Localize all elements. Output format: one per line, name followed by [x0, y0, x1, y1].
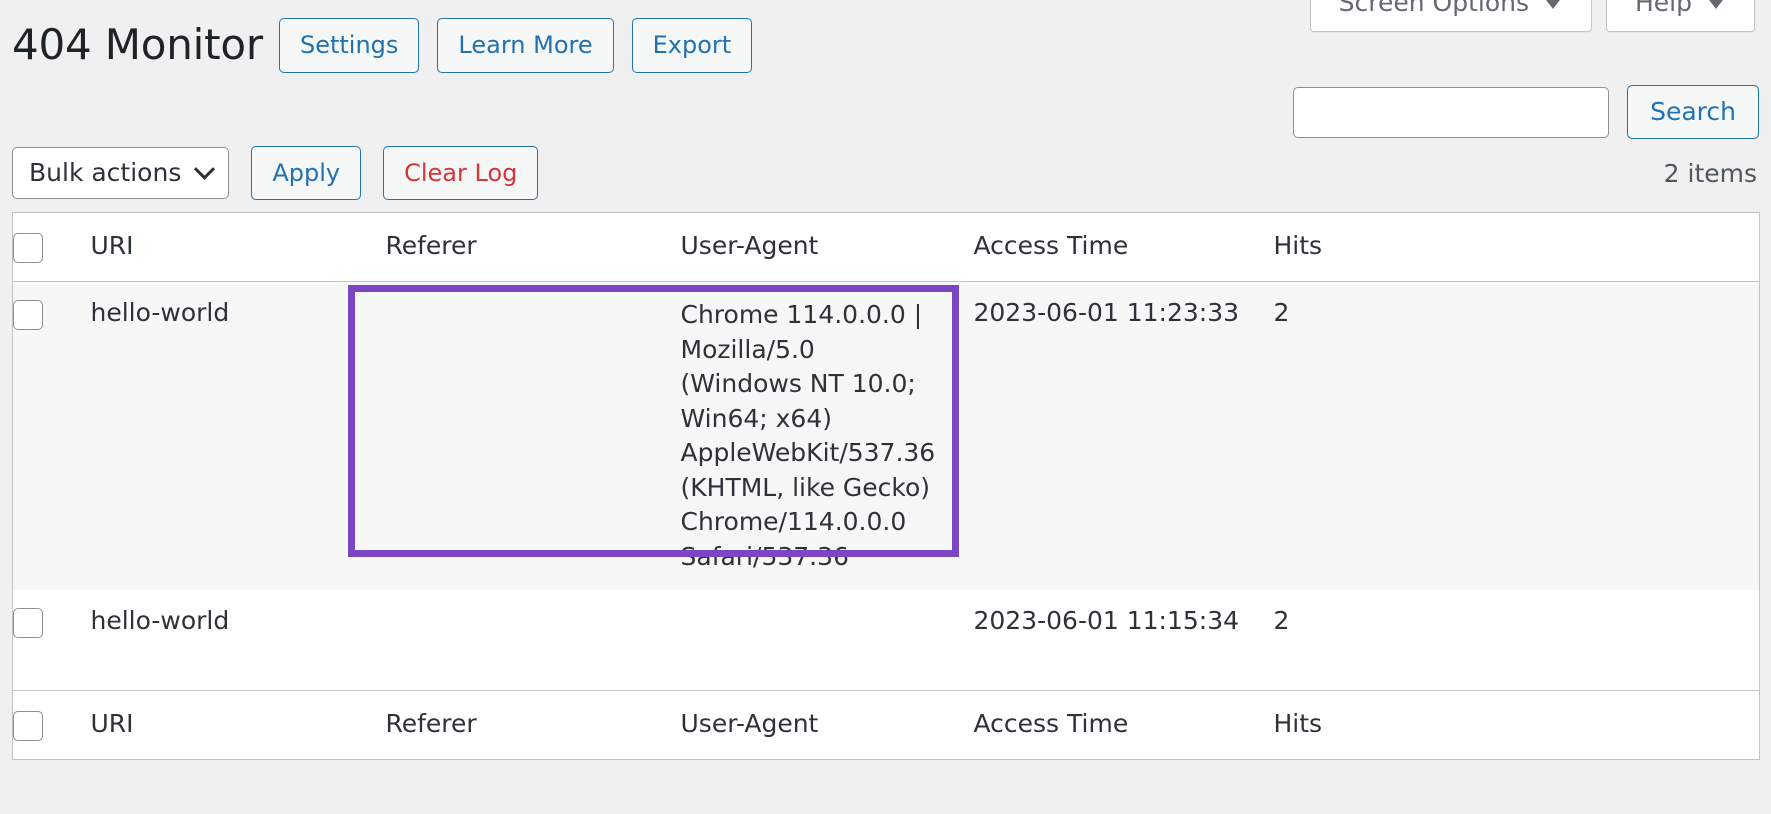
- screen-options-label: Screen Options: [1338, 0, 1529, 17]
- bulk-actions-select[interactable]: Bulk actions: [12, 147, 230, 199]
- table-foot: URI Referer User-Agent Access Time Hits: [12, 689, 1760, 759]
- cell-access-time: 2023-06-01 11:23:33: [973, 298, 1240, 327]
- table-header-row: URI Referer User-Agent Access Time Hits: [12, 212, 1760, 282]
- cell-user-agent: Chrome 114.0.0.0 | Mozilla/5.0 (Windows …: [680, 300, 936, 571]
- select-all-checkbox[interactable]: [13, 233, 43, 263]
- table-body: hello-world Chrome 114.0.0.0 | Mozilla/5…: [12, 281, 1760, 690]
- caret-down-icon: [1543, 0, 1563, 9]
- table-row: hello-world Chrome 114.0.0.0 | Mozilla/5…: [12, 281, 1760, 591]
- apply-button[interactable]: Apply: [251, 145, 362, 201]
- table-row: hello-world 2023-06-01 11:15:34 2: [12, 590, 1760, 690]
- screen-options-button[interactable]: Screen Options: [1309, 0, 1592, 32]
- row-select-cell[interactable]: [13, 590, 91, 690]
- table-footer-row: URI Referer User-Agent Access Time Hits: [12, 689, 1760, 759]
- admin-page: Screen Options Help 404 Monitor Settings…: [0, 0, 1771, 814]
- select-all-checkbox-footer[interactable]: [13, 710, 43, 741]
- page-title: 404 Monitor: [12, 20, 263, 70]
- column-header-access-time[interactable]: Access Time: [973, 212, 1274, 282]
- cell-hits[interactable]: 2: [1274, 590, 1760, 690]
- page-header: 404 Monitor Settings Learn More Export: [12, 18, 770, 73]
- column-footer-referer: Referer: [385, 689, 681, 759]
- caret-down-icon: [1706, 0, 1726, 9]
- column-footer-access-time[interactable]: Access Time: [973, 689, 1274, 759]
- select-all-footer[interactable]: [12, 689, 91, 759]
- table-head: URI Referer User-Agent Access Time Hits: [12, 212, 1760, 282]
- export-button[interactable]: Export: [631, 18, 753, 73]
- column-header-hits: Hits: [1273, 212, 1760, 282]
- select-all-header[interactable]: [12, 212, 91, 282]
- search-input[interactable]: [1293, 86, 1610, 138]
- bulk-actions-label: Bulk actions: [29, 158, 182, 187]
- column-header-uri[interactable]: URI: [90, 212, 386, 282]
- tablenav-top: Bulk actions Apply Clear Log 2 items: [12, 145, 1759, 201]
- cell-hits[interactable]: 2: [1274, 282, 1760, 591]
- cell-referer: [386, 282, 681, 591]
- column-footer-uri[interactable]: URI: [90, 689, 386, 759]
- screen-meta-links: Screen Options Help: [1309, 0, 1755, 32]
- cell-referer: [386, 590, 681, 690]
- column-header-user-agent: User-Agent: [680, 212, 974, 282]
- chevron-down-icon: [194, 158, 216, 180]
- column-footer-hits: Hits: [1273, 689, 1760, 759]
- cell-uri: hello-world: [90, 298, 230, 327]
- search-button[interactable]: Search: [1627, 85, 1759, 139]
- row-select-cell[interactable]: [13, 282, 91, 591]
- search-box: Search: [1293, 85, 1759, 139]
- help-label: Help: [1635, 0, 1692, 17]
- learn-more-button[interactable]: Learn More: [437, 18, 614, 73]
- help-button[interactable]: Help: [1606, 0, 1755, 32]
- cell-uri: hello-world: [90, 606, 230, 635]
- column-footer-user-agent: User-Agent: [680, 689, 974, 759]
- settings-button[interactable]: Settings: [278, 18, 420, 73]
- column-header-referer: Referer: [385, 212, 681, 282]
- clear-log-button[interactable]: Clear Log: [383, 145, 539, 201]
- row-checkbox[interactable]: [13, 608, 43, 638]
- items-count: 2 items: [1663, 158, 1757, 188]
- cell-access-time: 2023-06-01 11:15:34: [973, 606, 1240, 635]
- row-checkbox[interactable]: [13, 300, 43, 330]
- 404-monitor-table: URI Referer User-Agent Access Time Hits …: [12, 212, 1760, 760]
- cell-user-agent: [681, 590, 974, 690]
